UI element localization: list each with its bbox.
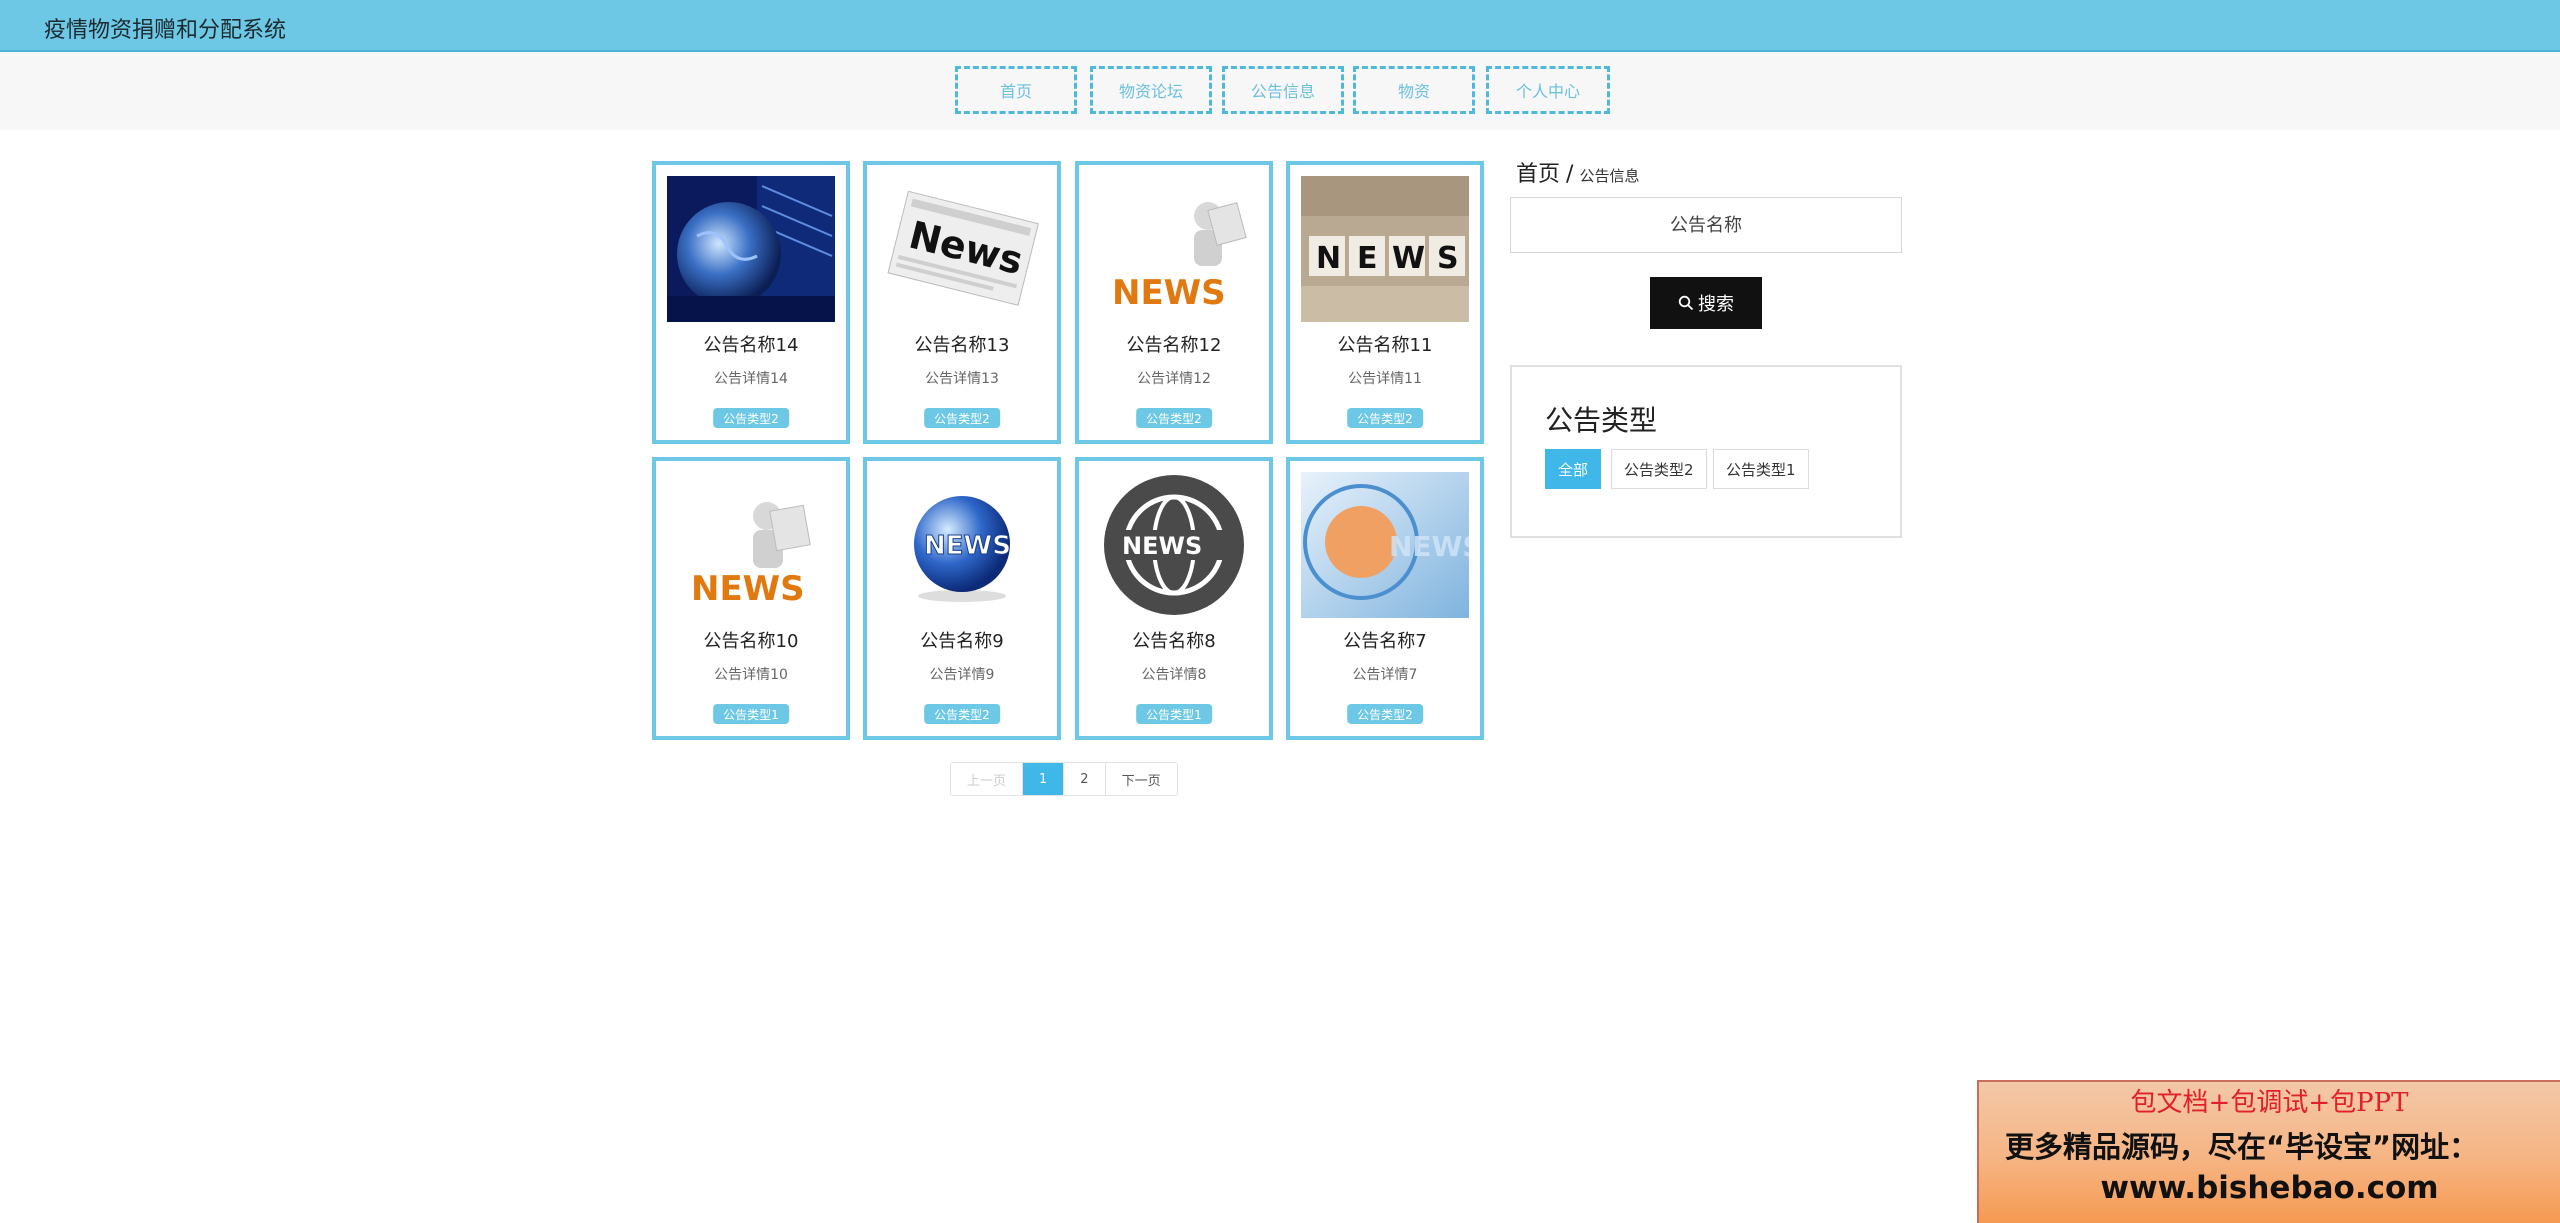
card-title: 公告名称9	[920, 631, 1004, 652]
card-type-badge: 公告类型2	[713, 408, 789, 428]
card-title: 公告名称7	[1343, 631, 1427, 652]
promo-url: www.bishebao.com	[2100, 1170, 2439, 1206]
card-type-badge: 公告类型2	[1136, 408, 1212, 428]
card-type-badge: 公告类型2	[1347, 408, 1423, 428]
card-title: 公告名称12	[1126, 335, 1222, 356]
card-type-badge: 公告类型2	[924, 704, 1000, 724]
nav-item-home[interactable]: 首页	[955, 66, 1077, 114]
card-type-badge: 公告类型1	[1136, 704, 1212, 724]
card-title: 公告名称14	[703, 335, 799, 356]
breadcrumb-separator: /	[1566, 162, 1574, 187]
nav-item-announcements[interactable]: 公告信息	[1222, 66, 1344, 114]
news-abstract-blue-image[interactable]: NEWS	[1301, 472, 1469, 618]
page-2-button[interactable]: 2	[1064, 763, 1106, 795]
card-title: 公告名称11	[1337, 335, 1433, 356]
top-header: 疫情物资捐赠和分配系统	[0, 0, 2560, 52]
svg-text:NEWS: NEWS	[1389, 530, 1469, 563]
card-detail: 公告详情11	[1348, 371, 1422, 387]
card-detail: 公告详情7	[1352, 667, 1418, 683]
announcement-card[interactable]: NEWS 公告名称8 公告详情8 公告类型1	[1075, 457, 1273, 740]
type-filter-title: 公告类型	[1545, 404, 1658, 437]
type-filter-type1[interactable]: 公告类型1	[1713, 449, 1809, 489]
card-type-badge: 公告类型2	[1347, 704, 1423, 724]
news-newspaper-image[interactable]: News	[878, 176, 1046, 322]
promo-banner: 包文档+包调试+包PPT 更多精品源码，尽在“毕设宝”网址： www.bishe…	[1977, 1080, 2560, 1223]
announcement-card[interactable]: News 公告名称13 公告详情13 公告类型2	[863, 161, 1061, 444]
announcement-card[interactable]: NEWS 公告名称9 公告详情9 公告类型2	[863, 457, 1061, 740]
type-filter-panel: 公告类型 全部 公告类型2 公告类型1	[1510, 365, 1902, 538]
card-type-badge: 公告类型2	[924, 408, 1000, 428]
breadcrumb-current: 公告信息	[1579, 167, 1640, 185]
nav-item-supplies[interactable]: 物资	[1353, 66, 1475, 114]
card-detail: 公告详情14	[714, 371, 788, 387]
svg-text:N: N	[1316, 241, 1341, 276]
search-icon	[1678, 295, 1694, 311]
news-3d-man-reading-image[interactable]: NEWS	[1090, 176, 1258, 322]
breadcrumb: 首页 / 公告信息	[1516, 156, 1639, 188]
announcement-card[interactable]: N E W S 公告名称11 公告详情11 公告类型2	[1286, 161, 1484, 444]
news-globe-badge-image[interactable]: NEWS	[1090, 472, 1258, 618]
app-title: 疫情物资捐赠和分配系统	[44, 18, 287, 43]
card-detail: 公告详情13	[925, 371, 999, 387]
type-filter-type2[interactable]: 公告类型2	[1611, 449, 1707, 489]
nav-item-profile[interactable]: 个人中心	[1486, 66, 1610, 114]
search-button-label: 搜索	[1698, 294, 1734, 314]
nav-item-forum[interactable]: 物资论坛	[1090, 66, 1212, 114]
prev-page-button[interactable]: 上一页	[951, 763, 1024, 795]
svg-text:E: E	[1357, 241, 1378, 276]
search-button[interactable]: 搜索	[1650, 277, 1762, 329]
nav-bar: 首页 物资论坛 公告信息 物资 个人中心	[0, 52, 2560, 130]
svg-text:NEWS: NEWS	[1122, 532, 1202, 560]
next-page-button[interactable]: 下一页	[1105, 763, 1177, 795]
card-title: 公告名称8	[1132, 631, 1216, 652]
card-detail: 公告详情12	[1137, 371, 1211, 387]
promo-line-1: 包文档+包调试+包PPT	[2130, 1088, 2409, 1118]
page-1-button[interactable]: 1	[1023, 763, 1065, 795]
card-title: 公告名称13	[914, 335, 1010, 356]
search-input[interactable]	[1510, 197, 1902, 253]
svg-text:S: S	[1437, 241, 1459, 276]
promo-line-2: 更多精品源码，尽在“毕设宝”网址：	[2005, 1130, 2479, 1164]
announcement-card[interactable]: NEWS 公告名称10 公告详情10 公告类型1	[652, 457, 850, 740]
news-letter-blocks-image[interactable]: N E W S	[1301, 176, 1469, 322]
news-globe-tech-image[interactable]	[667, 176, 835, 322]
breadcrumb-home[interactable]: 首页	[1516, 162, 1560, 187]
card-detail: 公告详情10	[714, 667, 788, 683]
news-globe-image[interactable]: NEWS	[878, 472, 1046, 618]
news-3d-man-reading-image[interactable]: NEWS	[667, 472, 835, 618]
announcement-card[interactable]: 公告名称14 公告详情14 公告类型2	[652, 161, 850, 444]
card-detail: 公告详情8	[1141, 667, 1207, 683]
announcement-card[interactable]: NEWS 公告名称12 公告详情12 公告类型2	[1075, 161, 1273, 444]
card-title: 公告名称10	[703, 631, 799, 652]
card-type-badge: 公告类型1	[713, 704, 789, 724]
svg-text:NEWS: NEWS	[691, 569, 805, 609]
svg-text:W: W	[1392, 241, 1425, 276]
svg-text:NEWS: NEWS	[924, 531, 1011, 561]
pagination: 上一页 1 2 下一页	[950, 762, 1178, 796]
announcement-card[interactable]: NEWS 公告名称7 公告详情7 公告类型2	[1286, 457, 1484, 740]
card-detail: 公告详情9	[929, 667, 995, 683]
svg-text:NEWS: NEWS	[1112, 273, 1226, 313]
type-filter-all[interactable]: 全部	[1545, 449, 1602, 489]
